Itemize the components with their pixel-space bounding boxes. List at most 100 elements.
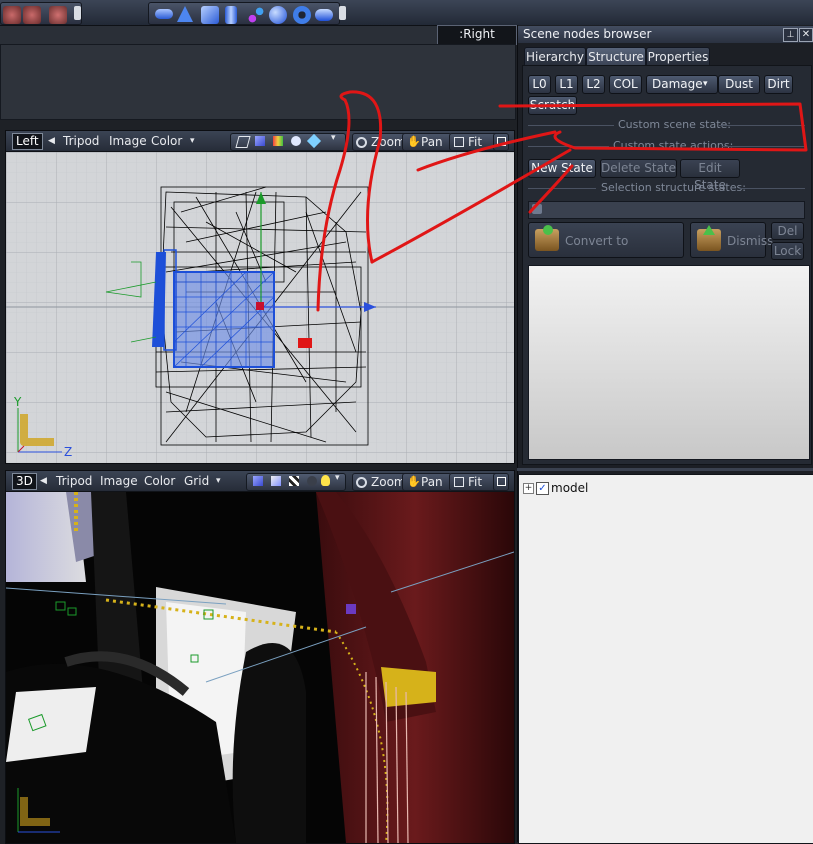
tripod-menu[interactable]: Tripod (63, 134, 99, 148)
normals-icon[interactable] (306, 133, 322, 149)
color-menu[interactable]: Color (151, 134, 182, 148)
damage-dropdown[interactable]: Damage ▾ (646, 75, 718, 94)
pivot-marker (256, 302, 264, 310)
grid-menu[interactable]: Grid (184, 474, 209, 488)
chevron-down-icon[interactable]: ▾ (216, 476, 221, 486)
scratch-button[interactable]: Scratch (528, 96, 577, 115)
lod-l0-button[interactable]: L0 (528, 75, 551, 94)
lightbulb-icon[interactable] (321, 475, 330, 486)
image-menu[interactable]: Image (100, 474, 138, 488)
viewport-name[interactable]: Left (12, 133, 43, 150)
hand-icon: ✋ (407, 135, 421, 148)
splitter[interactable] (517, 468, 813, 471)
structure-panel: L0 L1 L2 COL Damage ▾ Dust Dirt Scratch … (522, 65, 812, 465)
redo-icon[interactable] (23, 6, 41, 24)
viewport-name[interactable]: 3D (12, 473, 37, 490)
viewport-left[interactable]: Left ◀ Tripod Image Color ▾ ▾ Zoom ✋ Pan… (5, 130, 515, 464)
lock-button[interactable]: Lock (771, 242, 804, 260)
close-icon[interactable]: ✕ (799, 28, 813, 42)
sphere-icon[interactable] (269, 6, 287, 24)
arrow-left-icon[interactable]: ◀ (40, 476, 47, 486)
divider (528, 188, 596, 189)
checker-icon[interactable] (289, 476, 299, 486)
divider (528, 125, 614, 126)
col-button[interactable]: COL (609, 75, 642, 94)
material-icon[interactable] (271, 476, 281, 486)
viewport-3d[interactable]: 3D ◀ Tripod Image Color Grid ▾ ▾ Zoom ✋ … (5, 470, 515, 844)
render-mode-toolbar: ▾ (246, 473, 346, 491)
capsule-icon[interactable] (315, 9, 333, 21)
image-menu[interactable]: Image (109, 134, 147, 148)
plus-icon (543, 225, 553, 235)
cylinder-icon[interactable] (225, 6, 237, 24)
output-panel (0, 44, 516, 120)
texture-icon[interactable] (273, 136, 283, 146)
chevron-down-icon[interactable] (74, 6, 81, 20)
cube-icon[interactable] (201, 6, 219, 24)
dust-button[interactable]: Dust (718, 75, 760, 94)
expand-icon[interactable]: + (523, 483, 534, 494)
plane-icon[interactable] (155, 9, 173, 19)
divider (719, 125, 805, 126)
bone-icon[interactable] (247, 6, 265, 24)
chevron-down-icon[interactable]: ▾ (331, 133, 336, 143)
tab-properties[interactable]: Properties (646, 47, 710, 66)
convert-to-compound-button[interactable]: Convert to Compound (528, 222, 684, 284)
arrow-up-icon (703, 225, 715, 235)
selection-states-field[interactable] (528, 201, 805, 219)
maximize-button[interactable] (493, 473, 509, 491)
shaded-icon[interactable] (253, 476, 263, 486)
checkbox-icon[interactable]: ✓ (536, 482, 549, 495)
torus-icon[interactable] (293, 6, 311, 24)
tab-structure[interactable]: Structure (586, 47, 646, 66)
edit-state-button[interactable]: Edit State (680, 159, 740, 192)
divider (739, 188, 805, 189)
cone-icon[interactable] (177, 6, 193, 22)
camera-icon[interactable] (307, 476, 317, 486)
new-state-button[interactable]: New State (528, 159, 596, 178)
dismiss-button[interactable]: Dismiss (690, 222, 773, 258)
light-icon[interactable] (291, 136, 301, 146)
dirt-button[interactable]: Dirt (764, 75, 793, 94)
states-list[interactable] (528, 265, 810, 460)
magnifier-icon (356, 477, 367, 488)
arrow-left-icon[interactable]: ◀ (48, 136, 55, 146)
hand-icon: ✋ (407, 475, 421, 488)
shaded-icon[interactable] (255, 136, 265, 146)
delete-state-button[interactable]: Delete State (600, 159, 677, 178)
grid-icon[interactable] (49, 6, 67, 24)
pan-button[interactable]: ✋ Pan (402, 473, 452, 491)
tripod-menu[interactable]: Tripod (56, 474, 92, 488)
chevron-down-icon[interactable]: ▾ (190, 136, 195, 146)
custom-state-actions-label: Custom state actions: (613, 139, 734, 152)
maximize-icon (497, 137, 506, 146)
axis-label-y: Y (14, 395, 22, 409)
viewport-3d-canvas[interactable] (6, 492, 514, 843)
browser-title: Scene nodes browser (523, 27, 652, 41)
del-button[interactable]: Del (771, 222, 804, 240)
undo-icon[interactable] (3, 6, 21, 24)
custom-scene-state-label: Custom scene state: (618, 118, 731, 131)
pin-icon[interactable]: ⊥ (783, 28, 798, 42)
maximize-icon (497, 477, 506, 486)
color-menu[interactable]: Color (144, 474, 175, 488)
fit-icon (454, 137, 464, 147)
maximize-button[interactable] (493, 133, 509, 151)
chevron-down-icon: ▾ (703, 79, 708, 89)
viewport-left-canvas[interactable] (6, 152, 514, 463)
browser-titlebar: Scene nodes browser ⊥ ✕ (518, 26, 813, 43)
viewport-left-toolbar: Left ◀ Tripod Image Color ▾ ▾ Zoom ✋ Pan… (6, 131, 514, 152)
wireframe-icon[interactable] (235, 136, 251, 148)
lock-icon (532, 204, 542, 214)
scene-tree[interactable]: + ✓ model (518, 474, 813, 844)
tab-hierarchy[interactable]: Hierarchy (524, 47, 586, 66)
fit-icon (454, 477, 464, 487)
chevron-down-icon[interactable] (339, 6, 346, 20)
lod-l2-button[interactable]: L2 (582, 75, 605, 94)
pan-button[interactable]: ✋ Pan (402, 133, 452, 151)
right-button-label: :Right button (437, 25, 517, 58)
main-toolbar (0, 0, 813, 26)
selection-structure-states-label: Selection structure states: (601, 181, 746, 194)
lod-l1-button[interactable]: L1 (555, 75, 578, 94)
chevron-down-icon[interactable]: ▾ (335, 473, 340, 483)
